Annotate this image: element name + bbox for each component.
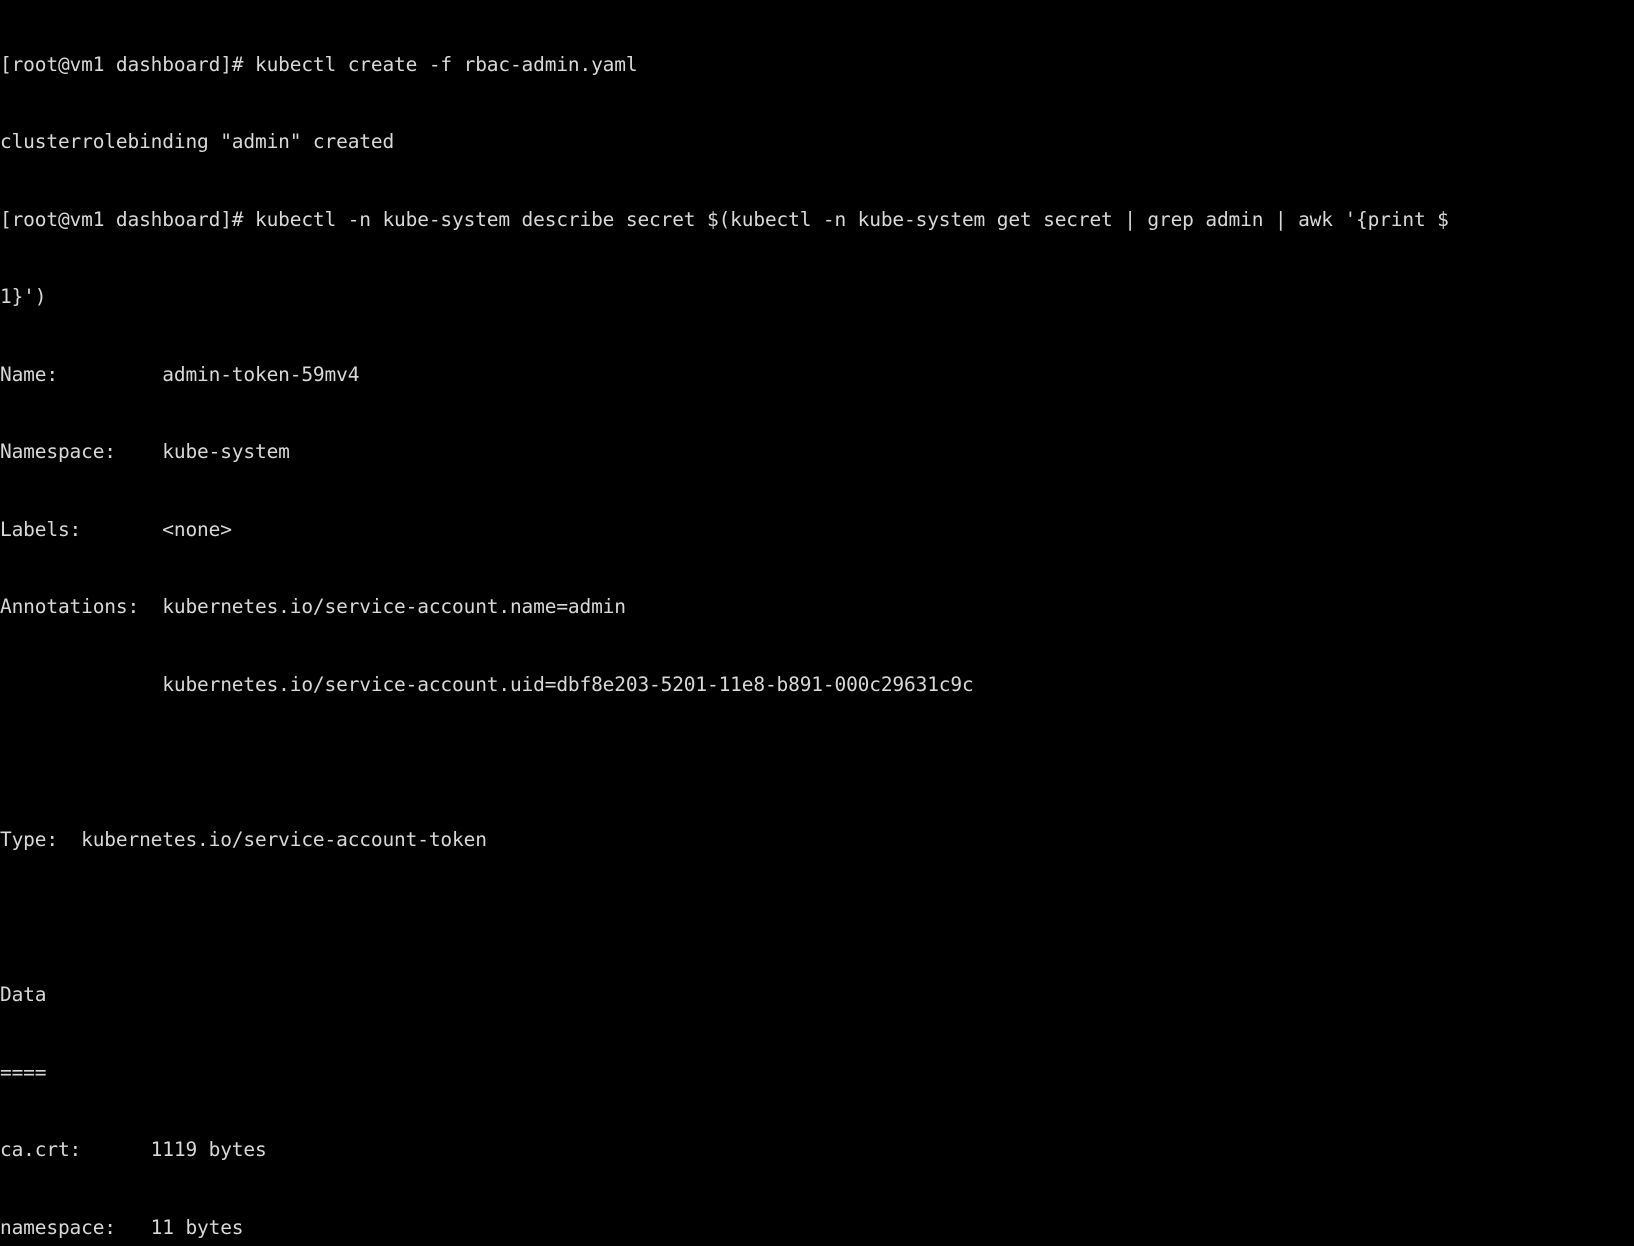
terminal-line: ca.crt: 1119 bytes <box>0 1138 267 1162</box>
terminal-line: Type: kubernetes.io/service-account-toke… <box>0 828 487 851</box>
terminal-line: Data <box>0 983 47 1007</box>
terminal-line: [root@vm1 dashboard]# kubectl create -f … <box>0 52 638 76</box>
terminal-line: ==== <box>0 1060 47 1084</box>
terminal-line: Annotations: kubernetes.io/service-accou… <box>0 595 626 619</box>
terminal-line: kubernetes.io/service-account.uid=dbf8e2… <box>0 672 974 696</box>
terminal-line: namespace: 11 bytes <box>0 1215 244 1239</box>
terminal-line: [root@vm1 dashboard]# kubectl -n kube-sy… <box>0 207 1449 231</box>
terminal-line: clusterrolebinding "admin" created <box>0 130 395 154</box>
terminal-line: Name: admin-token-59mv4 <box>0 362 360 386</box>
terminal-output[interactable]: [root@vm1 dashboard]# kubectl create -f … <box>0 0 1634 1239</box>
terminal-line: Labels: <none> <box>0 517 232 541</box>
terminal-line: 1}') <box>0 285 47 309</box>
terminal-line: Namespace: kube-system <box>0 440 290 464</box>
